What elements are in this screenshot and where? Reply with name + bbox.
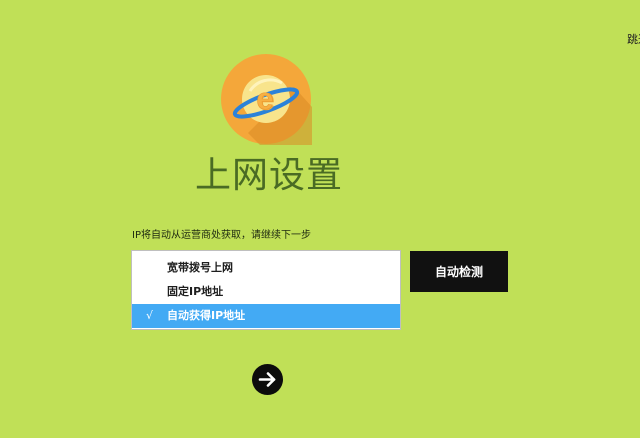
svg-text:e: e xyxy=(256,81,273,116)
next-button[interactable] xyxy=(252,364,283,395)
check-icon: √ xyxy=(146,309,154,322)
logo: e e xyxy=(220,53,312,145)
arrow-right-icon xyxy=(258,372,276,387)
option-static-ip[interactable]: 固定IP地址 xyxy=(132,280,400,304)
auto-detect-button[interactable]: 自动检测 xyxy=(410,251,508,292)
option-label: 固定IP地址 xyxy=(167,285,224,298)
page-title: 上网设置 xyxy=(195,155,344,196)
ie-planet-icon: e e xyxy=(221,54,312,145)
skip-link[interactable]: 跳过 xyxy=(627,31,640,47)
option-pppoe[interactable]: 宽带拨号上网 xyxy=(132,256,400,280)
connection-type-list[interactable]: 宽带拨号上网 固定IP地址 √ 自动获得IP地址 xyxy=(131,250,401,330)
option-label: 自动获得IP地址 xyxy=(167,309,246,322)
option-dhcp[interactable]: √ 自动获得IP地址 xyxy=(132,304,400,328)
option-label: 宽带拨号上网 xyxy=(167,261,233,274)
hint-text: IP将自动从运营商处获取，请继续下一步 xyxy=(132,230,311,241)
